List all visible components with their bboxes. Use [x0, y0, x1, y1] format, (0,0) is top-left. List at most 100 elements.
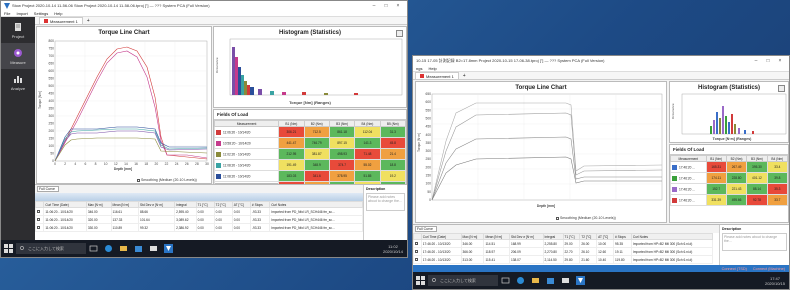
list-cell: 0.00: [213, 223, 233, 232]
list-cell: 17:46:20 - 10/13/20: [420, 255, 462, 264]
app-taskbar-icon[interactable]: [576, 276, 585, 285]
histogram-settings-button[interactable]: [778, 85, 785, 92]
mail-icon[interactable]: [149, 244, 158, 253]
window-title: 10-15 17-05 計測記録 B2=17.8mm Project 2020-…: [416, 57, 605, 63]
menu-file[interactable]: File: [4, 11, 10, 16]
sidebar-item-project[interactable]: Project: [1, 17, 35, 43]
row-checkbox[interactable]: [34, 207, 45, 216]
menu-settings[interactable]: Settings: [34, 11, 48, 16]
task-view-icon[interactable]: [89, 244, 98, 253]
y-axis-label: Torque [N·m]: [417, 133, 421, 152]
overview-strip[interactable]: [35, 193, 407, 201]
list-cell: 29.80: [562, 255, 581, 264]
menu-settings[interactable]: ngs: [416, 66, 422, 71]
minimize-button[interactable]: –: [750, 58, 762, 64]
fol-row[interactable]: 11:02:20 - 10/14/20 212.95 381.87 498.93 71.…: [213, 148, 407, 160]
fol-measurement-name: 10:58:20 - 10/14/20: [213, 137, 280, 149]
system-clock[interactable]: 17:47 2020/10/15: [765, 276, 785, 286]
y-tick-label: 150: [425, 174, 431, 178]
description-input[interactable]: Please add notes about to change the...: [366, 193, 405, 211]
smoothing-label: Smoothing (Medium (20-10 Levels)): [560, 216, 616, 220]
row-checkbox[interactable]: [34, 215, 45, 224]
add-tab-button[interactable]: +: [463, 73, 466, 79]
row-checkbox[interactable]: [413, 239, 422, 248]
smoothing-label: Smoothing (Medium (20-10 Levels)): [141, 178, 197, 182]
table-row[interactable]: 11:06:20 - 10/14/20 330.00 110.89 99.32 2,38…: [34, 223, 363, 232]
fol-row[interactable]: 17:46:20 ... 165.31 267.49 395.30 33.4: [670, 161, 789, 173]
table-row[interactable]: 11:06:20 - 10/14/20 320.00 137.33 101.64 3,0…: [34, 215, 363, 224]
fol-value-cell: 495.66: [725, 194, 748, 206]
fol-value-cell: 498.93: [328, 148, 356, 160]
fol-row[interactable]: 11:08:20 - 10/14/20 191.49 348.9 374.7 55.02…: [213, 159, 407, 171]
minimize-button[interactable]: –: [368, 3, 380, 9]
taskbar-search[interactable]: ここに入力して検索: [428, 275, 498, 286]
y-tick-label: 300: [48, 114, 54, 118]
store-icon[interactable]: [134, 244, 143, 253]
system-clock[interactable]: 11:02 2020/10/14: [383, 244, 403, 254]
filter-row: Full Curve: [35, 185, 407, 193]
mail-icon[interactable]: [561, 276, 570, 285]
list-cell: Imported from PD_Nfol LR_SCH446 fm_sc...: [269, 215, 363, 224]
smoothing-checkbox[interactable]: Smoothing (Medium (20-10 Levels)): [137, 178, 197, 182]
maximize-button[interactable]: □: [762, 58, 774, 64]
menu-help[interactable]: Help: [428, 66, 436, 71]
connect-machine-button[interactable]: Connect (Machine): [753, 267, 785, 271]
histogram-settings-button[interactable]: [396, 30, 403, 37]
curve-filter-dropdown[interactable]: Full Curve: [37, 186, 59, 192]
menu-import[interactable]: Import: [16, 11, 27, 16]
row-checkbox[interactable]: [34, 223, 45, 232]
window-title: Stow Project 2020-10-14 11-56-06 Stow Pr…: [12, 3, 210, 8]
curve-filter-dropdown[interactable]: Full Curve: [415, 226, 437, 232]
fol-row[interactable]: 17:46:20 ... 331.39 495.66 92.78 33.7: [670, 194, 789, 206]
windows-start-icon[interactable]: [416, 276, 425, 285]
file-explorer-icon[interactable]: [531, 276, 540, 285]
fol-value-cell: 31.3: [379, 126, 407, 138]
close-button[interactable]: ×: [392, 3, 404, 9]
file-explorer-icon[interactable]: [119, 244, 128, 253]
fol-measurement-name: 17:46:20 ...: [670, 172, 707, 184]
table-row[interactable]: 11:06:20 - 10/14/20 346.00 116.61 88.66 2,59…: [34, 207, 363, 216]
row-checkbox[interactable]: [413, 255, 422, 264]
fol-row[interactable]: 11:08:20 - 10/14/20 183.03 341.6 378.95 51.8…: [213, 170, 407, 182]
description-input[interactable]: Please add notes about to change the...: [722, 233, 787, 251]
edge-browser-icon[interactable]: [104, 244, 113, 253]
fol-row[interactable]: 17:46:20 ... 174.11 228.80 401.12 39.8: [670, 172, 789, 184]
maximize-button[interactable]: □: [380, 3, 392, 9]
list-cell: 26.00: [579, 239, 598, 248]
fol-value-cell: 141.3: [354, 137, 381, 149]
smoothing-checkbox[interactable]: Smoothing (Medium (20-10 Levels)): [556, 216, 616, 220]
menu-help[interactable]: Help: [54, 11, 62, 16]
table-row[interactable]: 17:46:20 - 10/13/20 313.00 115.41 138.07 2,1…: [413, 255, 714, 264]
fol-value-cell: 35.3: [766, 183, 789, 195]
table-row[interactable]: 17:46:20 - 10/13/20 366.00 118.97 206.09 2,2…: [413, 247, 714, 256]
fol-value-cell: 191.49: [278, 159, 305, 171]
menu-bar: ngs Help: [413, 65, 789, 72]
connect-tsd-button[interactable]: Connect (TSD): [722, 267, 747, 271]
tab-measurement-1[interactable]: Measurement 1: [415, 72, 459, 79]
fol-row[interactable]: 10:58:20 - 10/14/20 441.47 746.79 897.15 141…: [213, 137, 407, 149]
taskbar: ここに入力して検索 17:47 2020/10/15: [413, 272, 789, 289]
add-tab-button[interactable]: +: [87, 18, 90, 24]
taskbar-search[interactable]: ここに入力して検索: [16, 243, 86, 254]
fol-value-cell: 183.03: [278, 170, 305, 182]
list-cell: 118.97: [483, 247, 510, 256]
edge-browser-icon[interactable]: [516, 276, 525, 285]
sidebar-item-analyze[interactable]: Analyze: [1, 69, 35, 95]
app-taskbar-icon[interactable]: [164, 244, 173, 253]
sidebar-item-measure[interactable]: Measure: [1, 43, 35, 69]
fol-value-cell: 19.2: [379, 170, 407, 182]
fol-value-cell: 441.47: [278, 137, 305, 149]
histogram-panel: Histogram (Statistics) Occurrence Torque…: [669, 81, 789, 143]
search-placeholder: ここに入力して検索: [440, 277, 476, 283]
close-button[interactable]: ×: [774, 58, 786, 64]
row-checkbox[interactable]: [413, 247, 422, 256]
fol-row[interactable]: 17:46:20 ... 152.7 221.43 88.14 35.3: [670, 183, 789, 195]
fol-row[interactable]: 11:06:20 - 10/14/20 306.21 712.5 861.18 112.…: [213, 126, 407, 138]
task-view-icon[interactable]: [501, 276, 510, 285]
store-icon[interactable]: [546, 276, 555, 285]
list-cell: 366.00: [460, 247, 485, 256]
table-row[interactable]: 17:46:20 - 10/13/20 346.00 114.51 168.99 2,2…: [413, 239, 714, 248]
x-tick-label: 30: [205, 162, 209, 166]
windows-start-icon[interactable]: [4, 244, 13, 253]
tab-measurement-1[interactable]: Measurement 1: [39, 17, 83, 24]
